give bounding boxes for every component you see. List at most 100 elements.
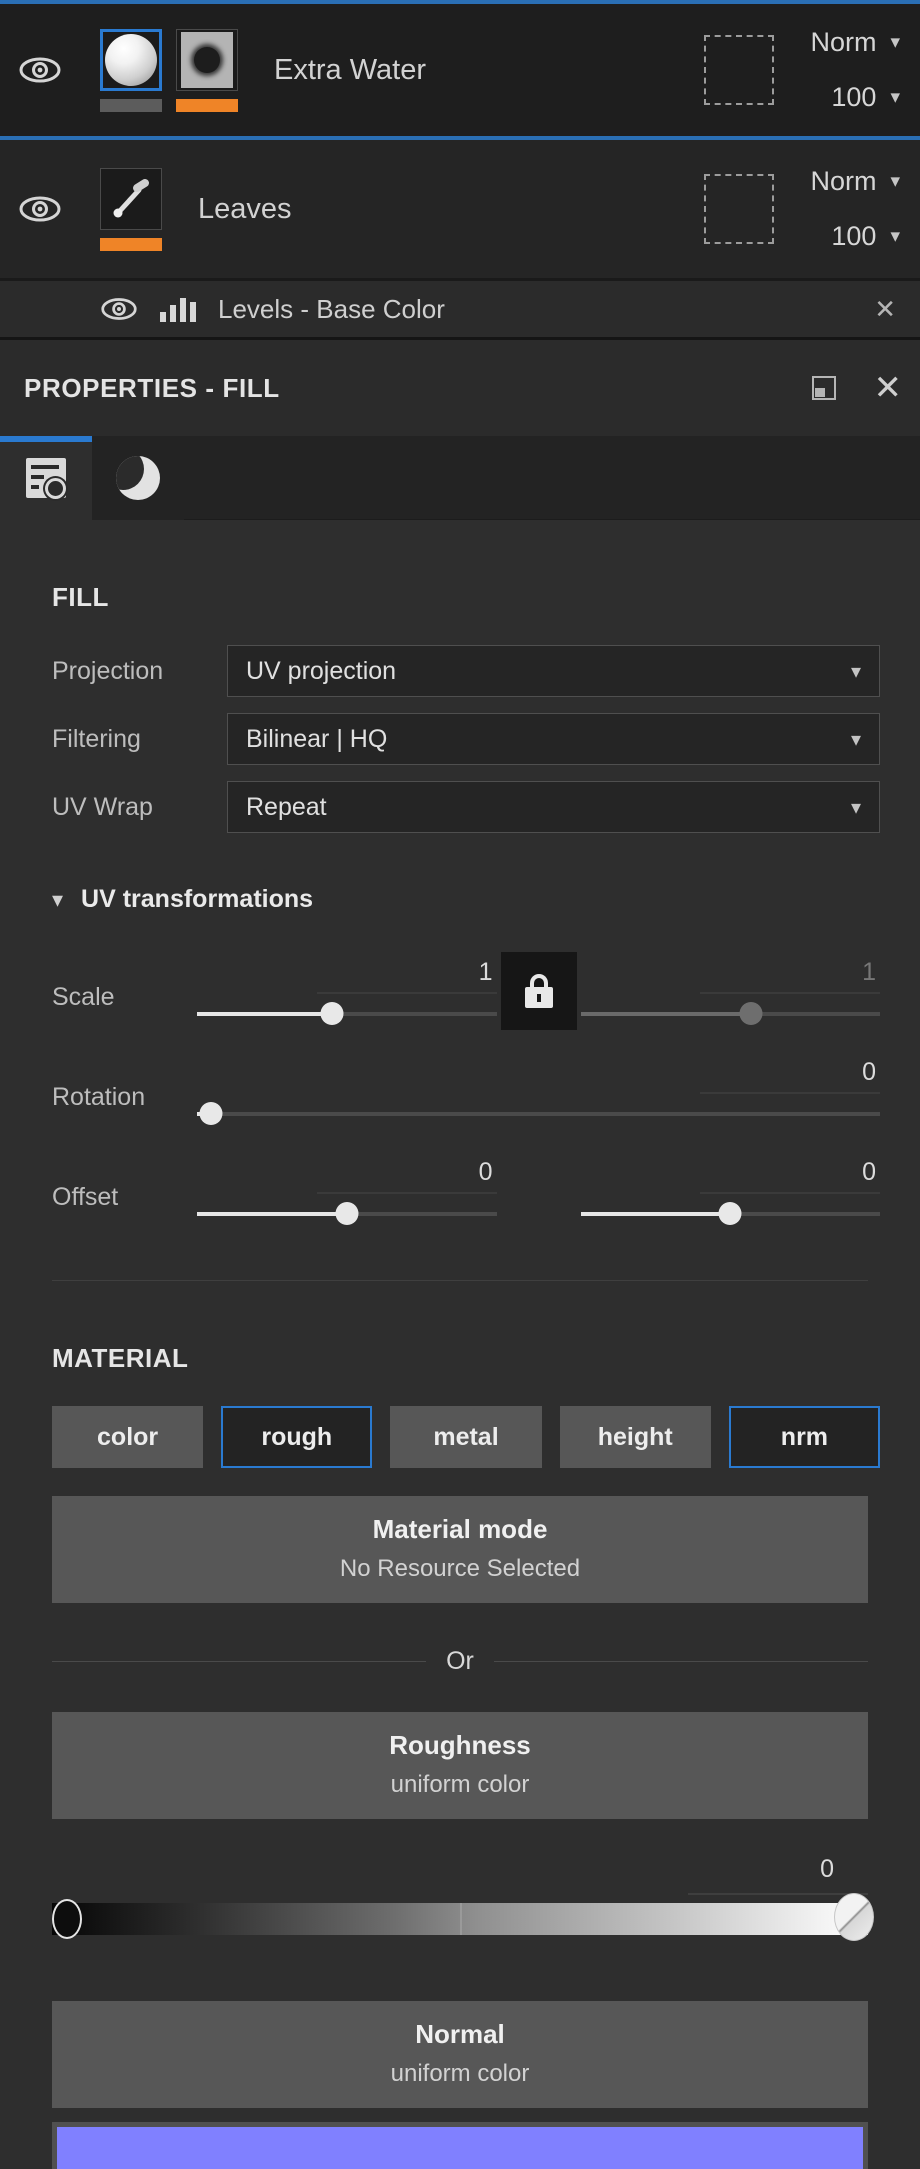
channel-button-rough[interactable]: rough — [221, 1406, 373, 1468]
filtering-dropdown[interactable]: Bilinear | HQ ▾ — [227, 713, 880, 765]
projection-value: UV projection — [246, 656, 397, 685]
offset-u-slider[interactable]: 0 — [197, 1158, 497, 1232]
scale-v-slider[interactable]: 1 — [580, 958, 880, 1032]
rotation-value: 0 — [862, 1058, 876, 1086]
offset-v-value: 0 — [862, 1158, 876, 1186]
layer-row-extra-water[interactable]: Extra Water Norm ▾ 100 ▾ — [0, 0, 920, 140]
label-offset: Offset — [52, 1183, 119, 1211]
layer-opacity-value: 100 — [831, 221, 877, 251]
tab-material[interactable] — [92, 436, 184, 520]
chevron-down-icon: ▾ — [850, 728, 861, 751]
layer-content-thumb-wrap — [100, 28, 162, 112]
layer-mask-thumb-wrap — [176, 28, 238, 112]
tab-properties[interactable] — [0, 436, 92, 520]
roughness-color-picker-swatch[interactable] — [834, 1893, 874, 1941]
material-channel-buttons: color rough metal height nrm — [0, 1406, 920, 1468]
layer-content-thumbnail[interactable] — [100, 28, 162, 91]
material-mode-subtitle: No Resource Selected — [339, 1555, 581, 1582]
offset-u-value: 0 — [478, 1158, 493, 1186]
close-icon[interactable]: ✕ — [874, 371, 903, 405]
layer-effects-placeholder[interactable] — [704, 174, 775, 244]
levels-histogram-icon — [160, 296, 196, 322]
layer-blend-mode-dropdown[interactable]: Norm ▾ — [802, 27, 900, 58]
layer-opacity-dropdown[interactable]: 100 ▾ — [802, 82, 900, 113]
chevron-down-icon: ▾ — [890, 171, 900, 192]
filtering-value: Bilinear | HQ — [246, 724, 388, 753]
offset-v-slider[interactable]: 0 — [580, 1158, 880, 1232]
layer-visibility-toggle[interactable] — [8, 56, 72, 84]
scale-v-knob[interactable] — [739, 1002, 763, 1025]
roughness-subtitle: uniform color — [390, 1771, 530, 1798]
layer-effects-placeholder[interactable] — [704, 35, 775, 105]
chevron-down-icon: ▾ — [890, 226, 900, 247]
layer-mask-bar — [176, 98, 238, 112]
roughness-gradient-slider[interactable]: 0 — [52, 1855, 874, 1941]
channel-button-nrm[interactable]: nrm — [728, 1406, 881, 1468]
properties-panel-header: PROPERTIES - FILL ✕ — [0, 340, 920, 436]
row-filtering: Filtering Bilinear | HQ ▾ — [0, 713, 920, 765]
rotation-knob[interactable] — [199, 1102, 223, 1125]
layer-opacity-dropdown[interactable]: 100 ▾ — [802, 221, 900, 252]
layer-content-thumbnail[interactable] — [100, 167, 162, 230]
page-title: PROPERTIES - FILL — [24, 372, 280, 403]
roughness-dropzone[interactable]: Roughness uniform color — [52, 1712, 868, 1819]
roughness-slider-knob[interactable] — [52, 1899, 82, 1939]
undock-icon[interactable] — [811, 376, 836, 400]
layer-controls: Norm ▾ 100 ▾ — [704, 166, 920, 252]
offset-v-knob[interactable] — [718, 1202, 742, 1225]
close-icon[interactable]: ✕ — [874, 294, 896, 325]
layer-controls: Norm ▾ 100 ▾ — [704, 27, 920, 113]
layer-mask-thumbnail[interactable] — [176, 28, 238, 91]
roughness-value: 0 — [820, 1855, 834, 1883]
effect-row-levels[interactable]: Levels - Base Color ✕ — [0, 278, 920, 340]
projection-dropdown[interactable]: UV projection ▾ — [227, 645, 880, 697]
material-mode-title: Material mode — [372, 1514, 548, 1544]
properties-body: FILL Projection UV projection ▾ Filterin… — [0, 520, 920, 2169]
scale-v-value: 1 — [862, 958, 876, 986]
layer-blend-mode-dropdown[interactable]: Norm ▾ — [802, 166, 900, 197]
layer-name-label[interactable]: Extra Water — [274, 54, 426, 87]
scale-u-value: 1 — [478, 958, 493, 986]
row-uv-wrap: UV Wrap Repeat ▾ — [0, 781, 920, 833]
layer-name-label[interactable]: Leaves — [198, 193, 292, 226]
offset-u-knob[interactable] — [335, 1202, 359, 1225]
normal-subtitle: uniform color — [390, 2060, 530, 2087]
chevron-down-icon: ▾ — [52, 886, 64, 912]
scale-u-knob[interactable] — [320, 1002, 344, 1025]
uv-scale-lock-button[interactable] — [500, 952, 577, 1030]
layer-opacity-value: 100 — [831, 82, 877, 112]
label-scale: Scale — [52, 983, 115, 1011]
layer-content-bar — [100, 98, 162, 112]
uv-transformations-header[interactable]: ▾ UV transformations — [0, 849, 920, 932]
scale-u-slider[interactable]: 1 — [197, 958, 497, 1032]
rotation-slider[interactable]: 0 — [197, 1058, 880, 1132]
normal-dropzone[interactable]: Normal uniform color — [52, 2001, 868, 2108]
roughness-gradient-bar[interactable] — [52, 1903, 868, 1935]
effect-visibility-toggle[interactable] — [100, 296, 138, 322]
channel-button-height[interactable]: height — [559, 1406, 711, 1468]
properties-tab-bar — [0, 436, 920, 520]
layer-visibility-toggle[interactable] — [8, 195, 72, 223]
or-separator: Or — [52, 1647, 868, 1676]
uv-wrap-dropdown[interactable]: Repeat ▾ — [227, 781, 880, 833]
roughness-title: Roughness — [389, 1730, 531, 1760]
layer-stack: Extra Water Norm ▾ 100 ▾ Leaves Norm ▾ 1… — [0, 0, 920, 340]
mask-preview-icon — [181, 31, 233, 88]
layer-blend-mode-value: Norm — [810, 166, 877, 196]
layer-row-leaves[interactable]: Leaves Norm ▾ 100 ▾ — [0, 140, 920, 278]
layer-content-bar — [100, 237, 162, 251]
normal-color-swatch[interactable] — [57, 2127, 863, 2169]
material-mode-dropzone[interactable]: Material mode No Resource Selected — [52, 1496, 868, 1603]
channel-button-metal[interactable]: metal — [390, 1406, 542, 1468]
layer-thumbnails — [100, 28, 238, 112]
or-label: Or — [446, 1647, 474, 1675]
chevron-down-icon: ▾ — [850, 796, 861, 819]
layer-thumbnails — [100, 167, 162, 251]
channel-button-color[interactable]: color — [52, 1406, 204, 1468]
normal-color-swatch-wrap[interactable] — [52, 2122, 868, 2169]
chevron-down-icon: ▾ — [890, 87, 900, 108]
normal-title: Normal — [415, 2019, 505, 2049]
label-projection: Projection — [52, 656, 164, 685]
properties-panel: PROPERTIES - FILL ✕ FILL Projection UV p… — [0, 340, 920, 2169]
label-rotation: Rotation — [52, 1083, 146, 1111]
